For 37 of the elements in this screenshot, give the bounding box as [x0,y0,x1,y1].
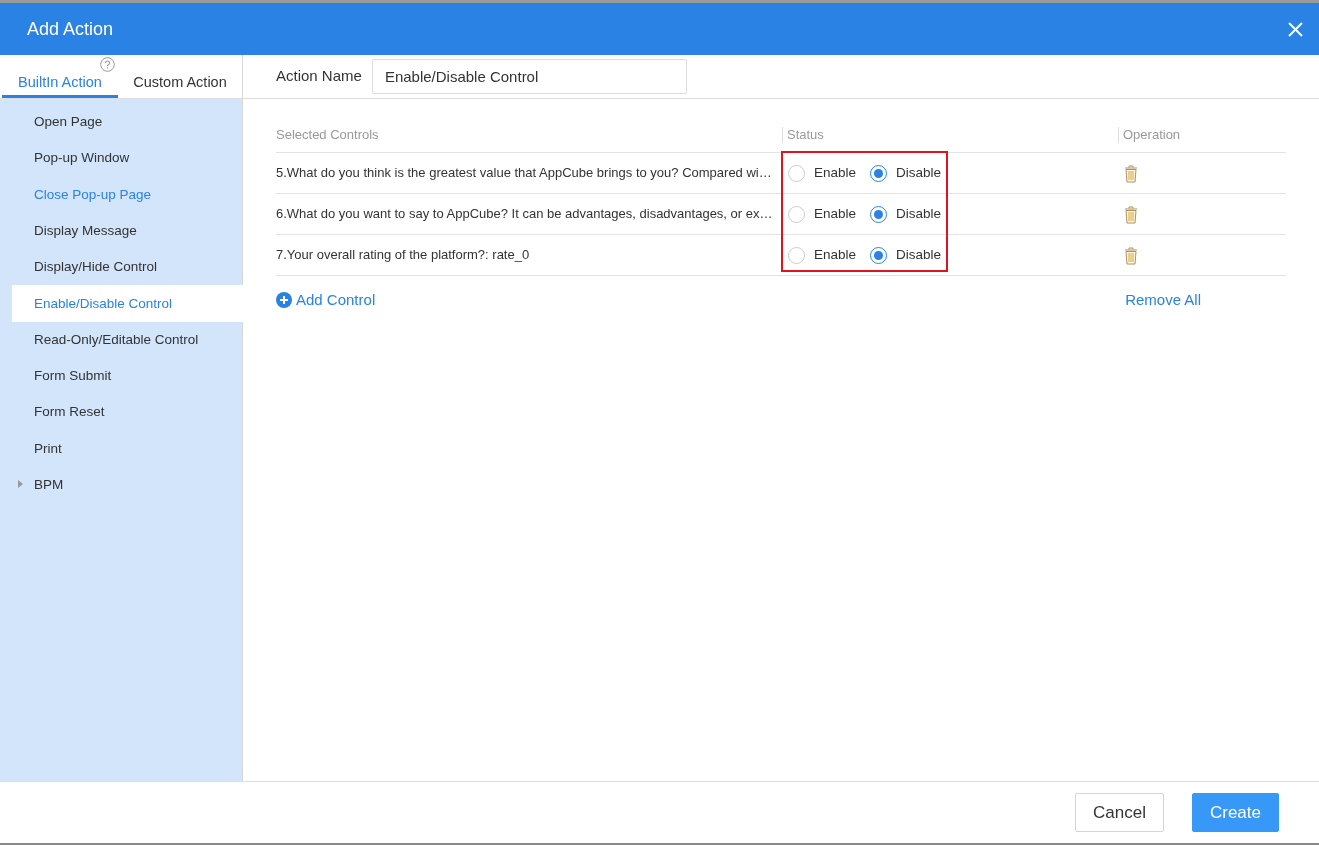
sidebar-item[interactable]: Form Reset [12,394,243,431]
radio-option[interactable]: Enable [788,244,857,266]
column-header: Status [782,126,1118,143]
sidebar-item[interactable]: Display/Hide Control [12,249,243,286]
caret-icon [18,479,23,488]
radio-option[interactable]: Disable [870,162,942,184]
help-icon [100,57,115,72]
table-cell-text: 7.Your overall rating of the platform?: rate_0 [276,246,531,265]
radio-option[interactable]: Enable [788,203,857,225]
table-cell-text: 6.What do you want to say to AppCube? It can be advantages, disadvantages, or ex… [276,205,774,224]
column-header: Selected Controls [276,125,380,144]
radio-option[interactable]: Disable [870,244,942,266]
trash-icon[interactable] [1124,205,1138,224]
sidebar-item[interactable]: Enable/Disable Control [12,285,243,322]
sidebar-item[interactable]: BPM [12,466,243,504]
action-name-label: Action Name [276,66,362,87]
column-header: Operation [1118,126,1286,143]
close-icon [1288,21,1303,37]
trash-icon[interactable] [1124,246,1138,265]
add-control-link[interactable]: Add Control [276,289,376,312]
plus-icon [276,292,292,309]
table-cell-text: 5.What do you think is the greatest value that AppCube brings to you? Compared wi… [276,164,773,183]
sidebar-item[interactable]: Form Submit [12,358,243,395]
sidebar-item[interactable]: Open Page [12,104,243,141]
cancel-button[interactable]: Cancel [1075,793,1164,832]
sidebar-item[interactable]: Pop-up Window [12,140,243,177]
trash-icon[interactable] [1124,164,1138,183]
radio-option[interactable]: Enable [788,162,857,184]
tab[interactable]: BuiltIn Action [2,55,118,98]
radio-option[interactable]: Disable [870,203,942,225]
sidebar-item[interactable]: Print [12,430,243,467]
sidebar-item[interactable]: Read-Only/Editable Control [12,321,243,359]
action-name-field[interactable]: Enable/Disable Control [371,59,687,94]
tab[interactable]: Custom Action [118,55,242,98]
dialog-title: Add Action [27,17,114,41]
remove-all-link[interactable]: Remove All [1125,289,1201,312]
sidebar-item[interactable]: Display Message [12,212,243,250]
